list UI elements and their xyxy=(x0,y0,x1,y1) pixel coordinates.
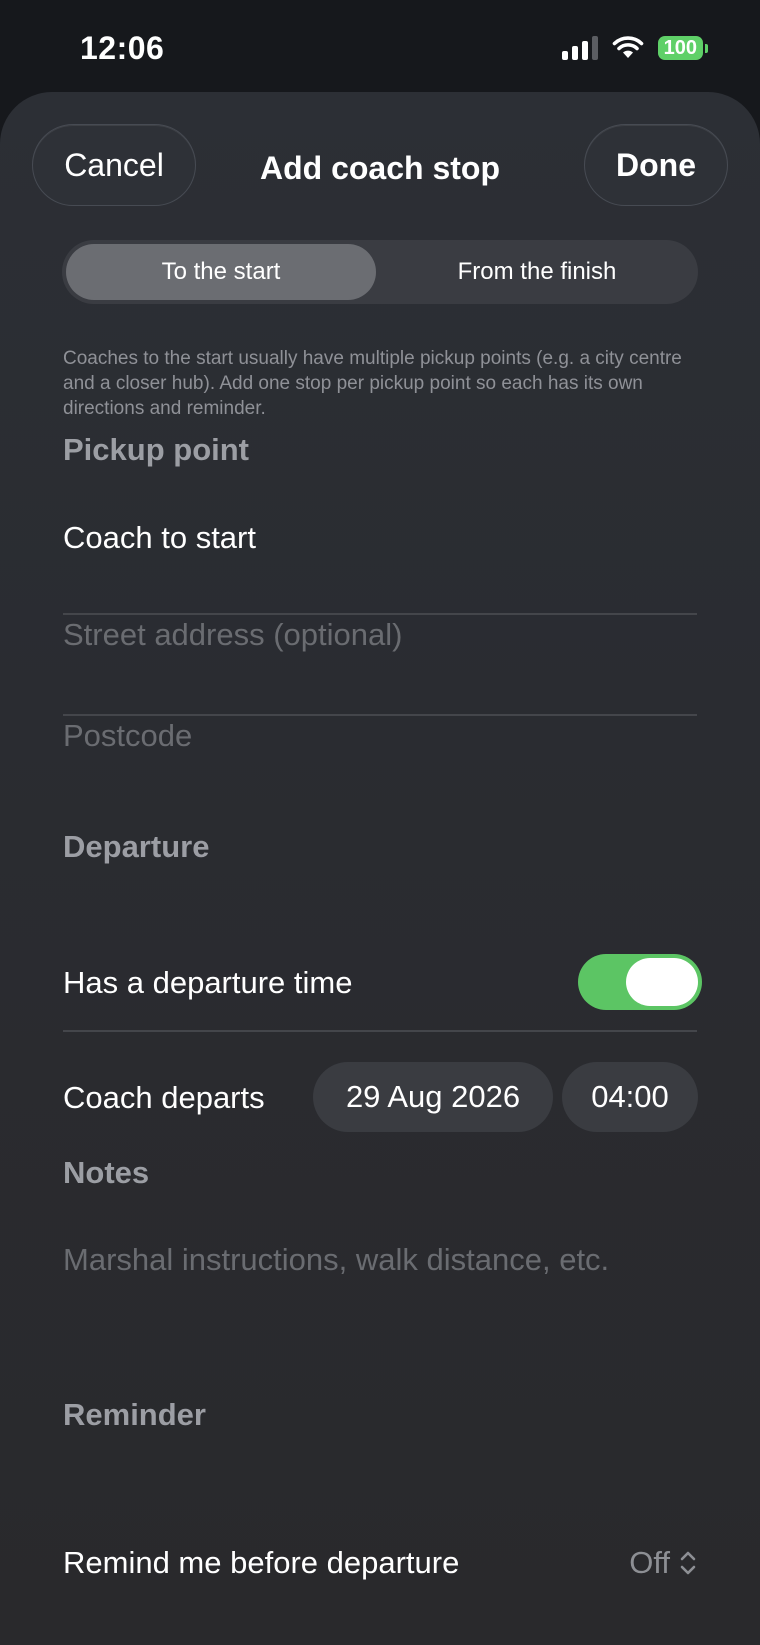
divider xyxy=(63,714,697,716)
divider xyxy=(63,613,697,615)
toggle-knob xyxy=(626,958,698,1006)
departure-time-toggle[interactable] xyxy=(578,954,702,1010)
departure-header: Departure xyxy=(63,829,210,864)
pickup-point-header: Pickup point xyxy=(63,432,249,467)
notes-field[interactable]: Marshal instructions, walk distance, etc… xyxy=(63,1242,609,1278)
reminder-header: Reminder xyxy=(63,1397,206,1432)
postcode-field[interactable]: Postcode xyxy=(63,718,192,754)
segment-from-the-finish[interactable]: From the finish xyxy=(380,244,694,300)
notes-header: Notes xyxy=(63,1155,150,1190)
segment-to-the-start[interactable]: To the start xyxy=(66,244,376,300)
wifi-icon xyxy=(612,36,643,58)
reminder-picker[interactable]: Off xyxy=(629,1545,698,1581)
coach-departs-label: Coach departs xyxy=(63,1080,265,1115)
status-bar: 12:06 100 xyxy=(0,0,760,92)
status-time: 12:06 xyxy=(80,30,165,66)
departure-time-picker[interactable]: 04:00 xyxy=(562,1062,698,1132)
reminder-value: Off xyxy=(629,1545,670,1580)
battery-icon: 100 xyxy=(657,36,708,60)
divider xyxy=(63,1030,697,1032)
done-button[interactable]: Done xyxy=(584,124,728,206)
street-address-field[interactable]: Street address (optional) xyxy=(63,617,402,653)
status-icons: 100 xyxy=(561,36,708,60)
cellular-signal-icon xyxy=(561,36,598,60)
departure-time-toggle-label: Has a departure time xyxy=(63,965,353,1000)
add-coach-stop-sheet: Cancel Add coach stop Done To the start … xyxy=(0,92,760,1645)
screen: 12:06 100 Cancel Add coach stop Done To … xyxy=(0,0,760,1645)
reminder-label: Remind me before departure xyxy=(63,1545,460,1580)
battery-level: 100 xyxy=(657,36,703,60)
pickup-name-field[interactable]: Coach to start xyxy=(63,520,256,556)
departure-date-picker[interactable]: 29 Aug 2026 xyxy=(313,1062,553,1132)
direction-segmented-control: To the start From the finish xyxy=(62,240,698,304)
helper-text: Coaches to the start usually have multip… xyxy=(63,348,682,419)
chevron-up-down-icon xyxy=(680,1551,696,1575)
battery-tip xyxy=(705,43,708,53)
